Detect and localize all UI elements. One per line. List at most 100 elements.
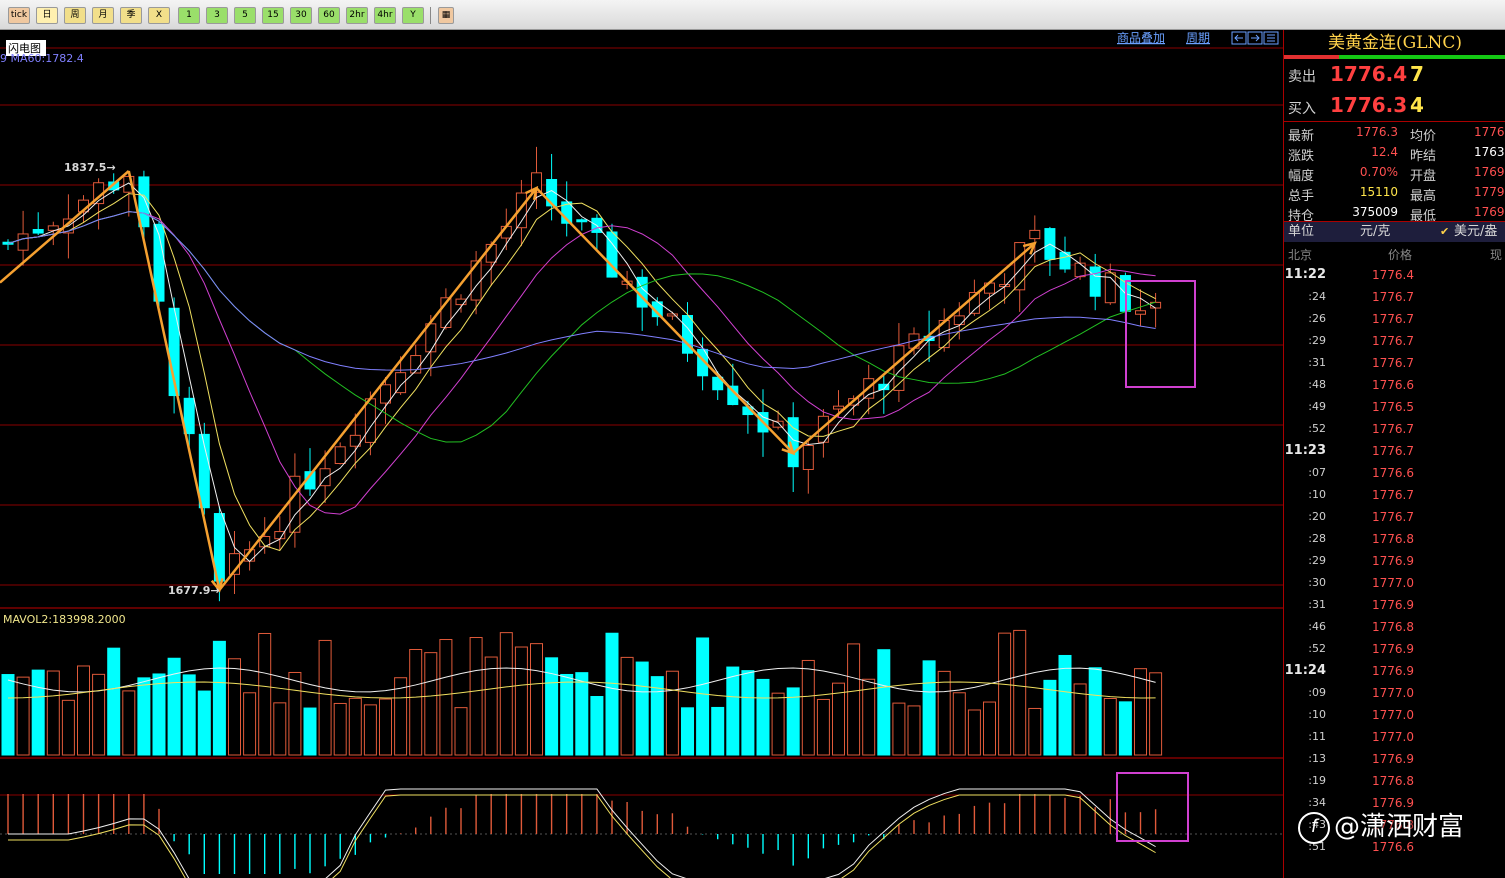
volume-bar <box>1118 701 1132 756</box>
stat-value-2: 1769 <box>1474 165 1505 179</box>
tick-price: 1776.7 <box>1372 334 1414 348</box>
stat-label-0: 最新 <box>1288 129 1315 144</box>
tick-time: :49 <box>1308 400 1326 413</box>
tick-time: :31 <box>1308 356 1326 369</box>
tick-price: 1776.7 <box>1372 422 1414 436</box>
unit-value[interactable]: 元/克 <box>1360 222 1390 242</box>
period-button-5[interactable]: X <box>148 7 170 24</box>
period-button-3[interactable]: 月 <box>92 7 114 24</box>
tick-time: :10 <box>1308 708 1326 721</box>
ma60-label: 9 MA60:1782.4 <box>0 52 84 65</box>
period-button-7[interactable]: 3 <box>206 7 228 24</box>
price-low-annotation: 1677.9→ <box>168 584 220 597</box>
candle-body <box>17 233 29 251</box>
candle-body <box>1135 310 1146 315</box>
tick-time: :52 <box>1308 422 1326 435</box>
candle-body <box>334 446 346 465</box>
volume-bar <box>892 702 906 756</box>
period-button-6[interactable]: 1 <box>178 7 200 24</box>
volume-bar <box>92 673 106 756</box>
nav-arrow-buttons[interactable] <box>1231 31 1279 45</box>
stat-label-3: 最高 <box>1410 189 1437 204</box>
volume-bar <box>771 692 785 756</box>
bid-ask-ratio-red <box>1284 55 1339 59</box>
volume-bar <box>862 678 876 756</box>
volume-bar <box>77 665 90 756</box>
volume-bar <box>696 637 710 756</box>
period-button-13[interactable]: 4hr <box>374 7 396 24</box>
period-button-2[interactable]: 周 <box>64 7 86 24</box>
tick-price: 1776.9 <box>1372 664 1414 678</box>
overlay-link[interactable]: 商品叠加 <box>1117 30 1165 45</box>
nav-right-arrow-icon <box>1251 34 1260 42</box>
period-button-9[interactable]: 15 <box>262 7 284 24</box>
candle-body <box>289 475 301 533</box>
watermark-text: @潇洒财富 <box>1334 812 1465 842</box>
volume-bar <box>983 701 996 756</box>
period-button-8[interactable]: 5 <box>234 7 256 24</box>
period-button-12[interactable]: 2hr <box>346 7 368 24</box>
tick-time: 11:24 <box>1284 663 1326 678</box>
candle-body <box>576 219 588 223</box>
tick-header-time: 北京 <box>1288 248 1313 262</box>
period-button-0[interactable]: tick <box>8 7 30 24</box>
sell-qty: 7 <box>1410 62 1424 86</box>
volume-bar <box>1088 667 1102 756</box>
unit-option[interactable]: 美元/盎 <box>1454 222 1497 242</box>
volume-bar <box>1149 672 1163 756</box>
tick-time: :11 <box>1308 730 1326 743</box>
tick-price: 1776.4 <box>1372 268 1414 282</box>
period-toolbar: tick 日周月季 X 1 3 5 15 30 60 2hr 4hr Y ▦ <box>0 0 1505 30</box>
stat-label-3: 总手 <box>1288 189 1315 204</box>
period-button-15[interactable]: ▦ <box>438 7 454 24</box>
period-button-10[interactable]: 30 <box>290 7 312 24</box>
period-button-4[interactable]: 季 <box>120 7 142 24</box>
stat-label-0: 均价 <box>1410 129 1437 144</box>
tick-time: :29 <box>1308 334 1326 347</box>
tick-time: :29 <box>1308 554 1326 567</box>
volume-bar <box>635 661 649 756</box>
volume-bar <box>363 704 377 756</box>
tick-price: 1776.8 <box>1372 774 1414 788</box>
tick-time: :24 <box>1308 290 1326 303</box>
volume-bar <box>439 639 453 756</box>
volume-bar <box>937 670 951 756</box>
unit-bar[interactable]: 单位 元/克 ✔ 美元/盎 <box>1284 222 1505 242</box>
candle-body <box>1089 266 1101 297</box>
tick-price: 1776.7 <box>1372 312 1414 326</box>
nav-zoom-lines-icon <box>1267 34 1275 42</box>
kline-chart[interactable]: 闪电图 9 MA60:1782.4 商品叠加 周期 1837.5→ 1677.9… <box>0 30 1283 878</box>
volume-bar <box>605 632 619 756</box>
stat-value-4: 1769 <box>1474 205 1505 219</box>
volume-bar <box>484 656 498 756</box>
volume-bar <box>816 698 830 756</box>
period-button-11[interactable]: 60 <box>318 7 340 24</box>
volume-bar <box>514 646 528 756</box>
volume-bar <box>137 677 151 756</box>
tick-price: 1777.0 <box>1372 708 1414 722</box>
period-link[interactable]: 周期 <box>1186 31 1210 45</box>
tick-time: :10 <box>1308 488 1326 501</box>
period-button-14[interactable]: Y <box>402 7 424 24</box>
stat-value-3: 15110 <box>1359 185 1398 199</box>
volume-bar <box>801 659 815 756</box>
volume-bar <box>1073 683 1087 756</box>
watermark: f @潇洒财富 <box>1298 806 1464 844</box>
volume-bar <box>1134 668 1147 756</box>
volume-bar <box>273 702 287 756</box>
volume-bar <box>379 698 392 756</box>
period-button-1[interactable]: 日 <box>36 7 58 24</box>
check-icon[interactable]: ✔ <box>1440 222 1449 242</box>
volume-bar <box>1043 679 1057 756</box>
volume-bar <box>590 696 604 756</box>
sell-price: 1776.4 <box>1330 62 1408 86</box>
volume-bar <box>469 637 483 756</box>
volume-bar <box>454 707 468 756</box>
unit-label: 单位 <box>1288 224 1315 239</box>
buy-price: 1776.3 <box>1330 93 1408 117</box>
quote-panel: 美黄金连(GLNC) 卖出 1776.4 7 买入 1776.3 4 最新 177… <box>1283 30 1505 878</box>
price-high-annotation: 1837.5→ <box>64 161 116 174</box>
tick-price: 1776.9 <box>1372 554 1414 568</box>
volume-bar <box>122 690 136 756</box>
tick-price: 1776.7 <box>1372 510 1414 524</box>
